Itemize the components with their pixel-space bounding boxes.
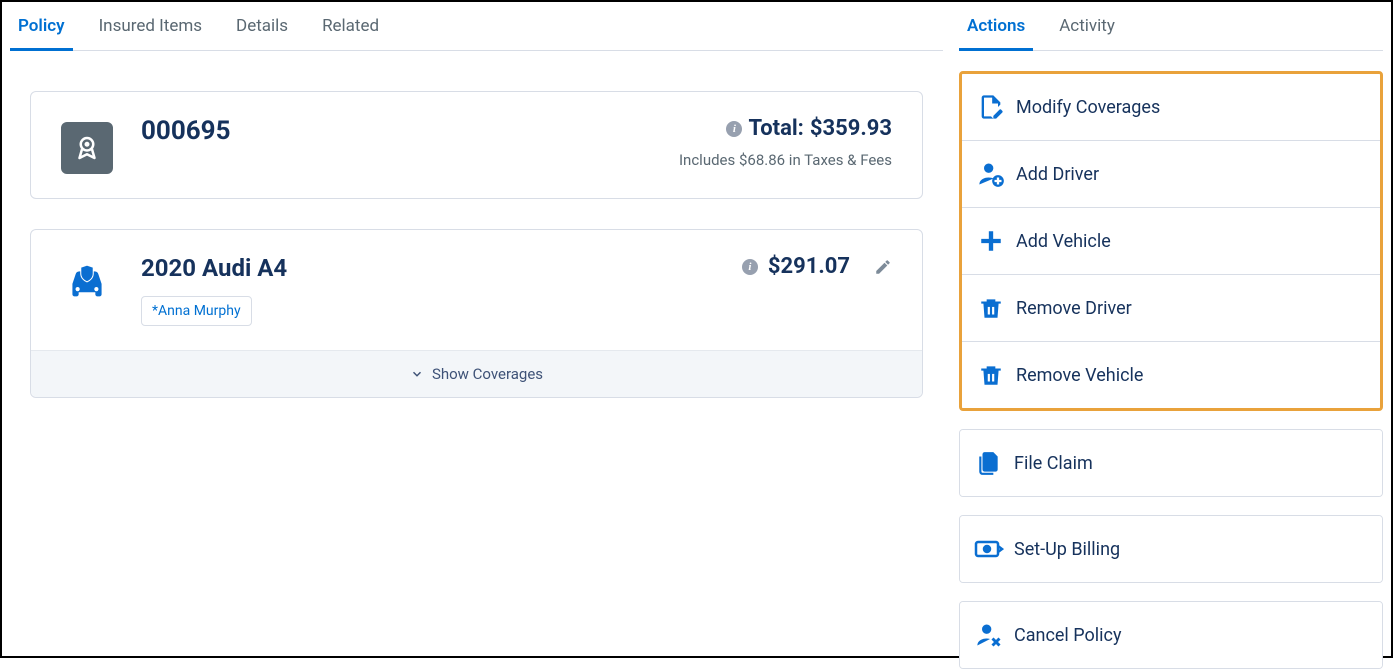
- show-coverages-label: Show Coverages: [432, 365, 543, 383]
- vehicle-name: 2020 Audi A4: [141, 254, 714, 282]
- tab-label: Actions: [967, 16, 1025, 36]
- action-label: Cancel Policy: [1014, 625, 1121, 646]
- tab-actions[interactable]: Actions: [965, 2, 1027, 50]
- tab-policy[interactable]: Policy: [16, 2, 67, 50]
- plus-icon: [976, 226, 1006, 256]
- files-icon: [974, 448, 1004, 478]
- user-add-icon: [976, 159, 1006, 189]
- trash-icon: [976, 293, 1006, 323]
- right-tabs: Actions Activity: [959, 2, 1383, 51]
- fees-line: Includes $68.86 in Taxes & Fees: [679, 151, 892, 169]
- action-setup-billing[interactable]: Set-Up Billing: [960, 516, 1382, 582]
- action-group-setup-billing: Set-Up Billing: [959, 515, 1383, 583]
- actions-list: Modify Coverages Add Driver Add Vehicle …: [959, 71, 1383, 669]
- action-remove-driver[interactable]: Remove Driver: [962, 274, 1380, 341]
- tab-related[interactable]: Related: [320, 2, 381, 50]
- vehicle-card: 2020 Audi A4 *Anna Murphy i $291.07: [30, 229, 923, 398]
- action-label: Remove Driver: [1016, 298, 1132, 319]
- document-edit-icon: [976, 92, 1006, 122]
- cash-icon: [974, 534, 1004, 564]
- action-cancel-policy[interactable]: Cancel Policy: [960, 602, 1382, 668]
- actions-highlighted-group: Modify Coverages Add Driver Add Vehicle …: [959, 71, 1383, 411]
- action-label: Add Driver: [1016, 164, 1099, 185]
- user-cancel-icon: [974, 620, 1004, 650]
- action-group-file-claim: File Claim: [959, 429, 1383, 497]
- action-label: Set-Up Billing: [1014, 539, 1120, 560]
- vehicle-icon: [61, 260, 113, 312]
- tab-label: Policy: [18, 16, 65, 36]
- left-panel: Policy Insured Items Details Related 000…: [2, 2, 951, 656]
- action-remove-vehicle[interactable]: Remove Vehicle: [962, 341, 1380, 408]
- driver-chip[interactable]: *Anna Murphy: [141, 296, 252, 326]
- action-group-cancel-policy: Cancel Policy: [959, 601, 1383, 669]
- action-modify-coverages[interactable]: Modify Coverages: [962, 74, 1380, 140]
- tab-label: Details: [236, 16, 288, 36]
- vehicle-price-row: i $291.07: [742, 254, 892, 279]
- total-label: Total:: [748, 116, 803, 141]
- action-add-vehicle[interactable]: Add Vehicle: [962, 207, 1380, 274]
- vehicle-price: $291.07: [768, 254, 850, 279]
- action-label: Remove Vehicle: [1016, 365, 1143, 386]
- policy-content: 000695 i Total: $359.93 Includes $68.86 i…: [10, 91, 943, 398]
- policy-summary-card: 000695 i Total: $359.93 Includes $68.86 i…: [30, 91, 923, 199]
- tab-label: Activity: [1059, 16, 1115, 36]
- left-tabs: Policy Insured Items Details Related: [10, 2, 943, 51]
- right-panel: Actions Activity Modify Coverages Add Dr…: [951, 2, 1391, 656]
- action-label: File Claim: [1014, 453, 1093, 474]
- action-label: Modify Coverages: [1016, 97, 1160, 118]
- info-icon[interactable]: i: [726, 121, 742, 137]
- action-add-driver[interactable]: Add Driver: [962, 140, 1380, 207]
- tab-activity[interactable]: Activity: [1057, 2, 1117, 50]
- info-icon[interactable]: i: [742, 259, 758, 275]
- show-coverages-button[interactable]: Show Coverages: [31, 350, 922, 397]
- chevron-down-icon: [410, 367, 424, 381]
- tab-label: Related: [322, 16, 379, 36]
- action-file-claim[interactable]: File Claim: [960, 430, 1382, 496]
- total-amount: $359.93: [810, 116, 892, 141]
- policy-total: i Total: $359.93: [679, 116, 892, 141]
- tab-label: Insured Items: [99, 16, 202, 36]
- policy-number: 000695: [141, 116, 651, 146]
- edit-icon[interactable]: [874, 258, 892, 276]
- action-label: Add Vehicle: [1016, 231, 1111, 252]
- trash-icon: [976, 360, 1006, 390]
- tab-details[interactable]: Details: [234, 2, 290, 50]
- tab-insured-items[interactable]: Insured Items: [97, 2, 204, 50]
- policy-badge-icon: [61, 122, 113, 174]
